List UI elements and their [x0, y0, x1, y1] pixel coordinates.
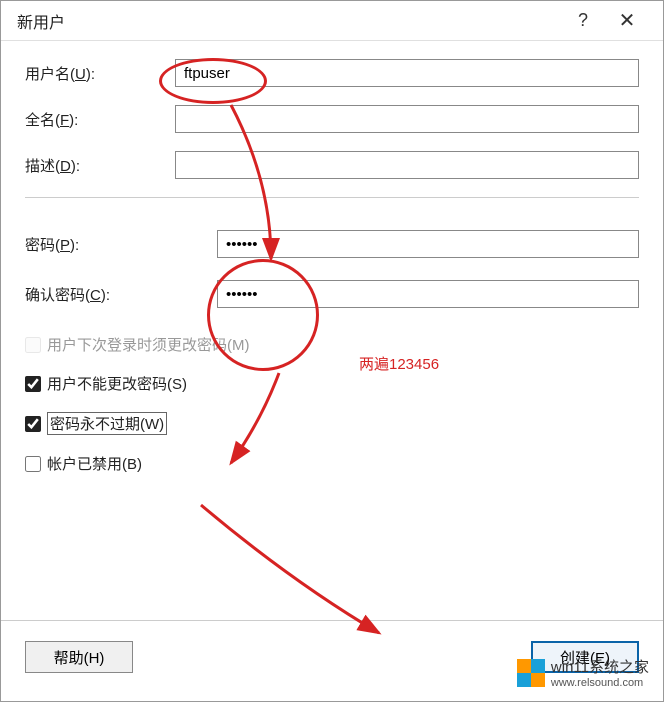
new-user-dialog: 新用户 ? ✕ 用户名(U): 全名(F): 描述(D): — [0, 0, 664, 702]
annotation-arrow-3 — [1, 1, 664, 703]
